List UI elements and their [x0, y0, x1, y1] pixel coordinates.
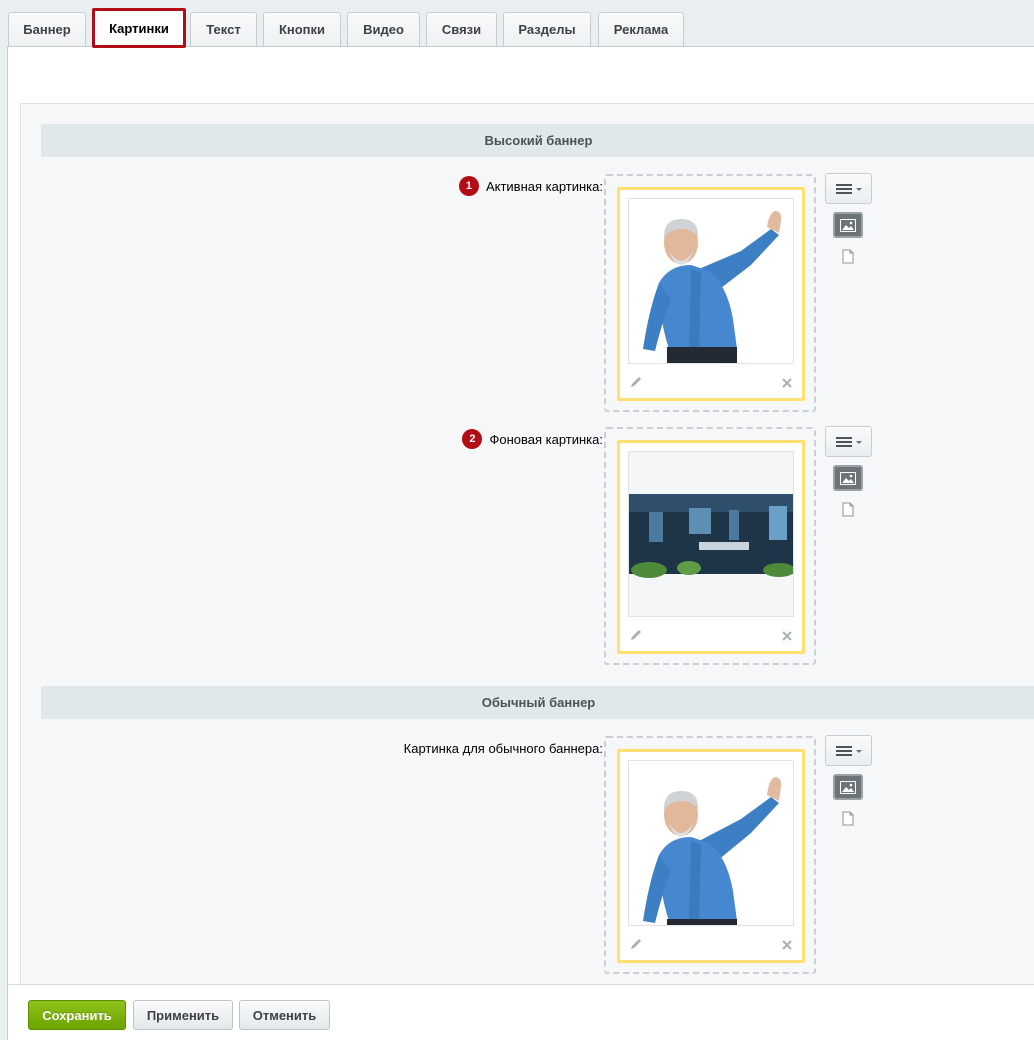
close-icon[interactable]	[781, 630, 793, 642]
section-title: Обычный баннер	[481, 695, 596, 710]
pencil-icon[interactable]	[629, 937, 643, 951]
tab-bar: Баннер Картинки Текст Кнопки Видео Связи…	[0, 0, 1034, 53]
image-library-button[interactable]	[833, 774, 863, 800]
man-pointing-image	[629, 199, 793, 363]
file-icon[interactable]	[841, 811, 855, 826]
close-icon[interactable]	[781, 377, 793, 389]
image-library-button[interactable]	[833, 212, 863, 238]
image-preview-man-pointing	[628, 198, 794, 364]
image-card	[617, 749, 805, 963]
hamburger-icon	[835, 745, 862, 756]
save-button[interactable]: Сохранить	[28, 1000, 126, 1030]
image-tools-active	[825, 173, 873, 267]
image-tools-background	[825, 426, 873, 520]
close-icon[interactable]	[781, 939, 793, 951]
image-library-button[interactable]	[833, 465, 863, 491]
section-header-tall-banner: Высокий баннер	[41, 124, 1034, 157]
apply-button[interactable]: Применить	[133, 1000, 233, 1030]
tab-text[interactable]: Текст	[190, 12, 257, 46]
file-icon[interactable]	[841, 249, 855, 264]
field-label-active-image: 1 Активная картинка:	[458, 176, 603, 196]
picture-icon	[840, 218, 856, 232]
image-preview-man-pointing	[628, 760, 794, 926]
picture-icon	[840, 471, 856, 485]
picture-icon	[840, 780, 856, 794]
form-area: Высокий баннер 1 Активная картинка: 2 Фо…	[20, 103, 1034, 984]
image-card	[617, 440, 805, 654]
field-label-text: Активная картинка:	[485, 178, 603, 194]
man-pointing-image	[629, 761, 793, 925]
tab-video[interactable]: Видео	[347, 12, 420, 46]
hamburger-icon	[835, 436, 862, 447]
tab-banner[interactable]: Баннер	[8, 12, 86, 46]
image-card	[617, 187, 805, 401]
hamburger-icon	[835, 183, 862, 194]
marker-badge: 2	[462, 429, 483, 449]
field-label-background-image: 2 Фоновая картинка:	[462, 429, 603, 449]
image-dropzone-normal[interactable]	[604, 736, 816, 974]
file-icon[interactable]	[841, 502, 855, 517]
tab-images[interactable]: Картинки	[92, 8, 186, 48]
content-panel: Высокий баннер 1 Активная картинка: 2 Фо…	[7, 53, 1034, 984]
menu-button[interactable]	[825, 426, 872, 457]
field-label-text: Картинка для обычного баннера:	[403, 741, 603, 756]
action-bar: Сохранить Применить Отменить	[7, 984, 1034, 1040]
tab-sections[interactable]: Разделы	[503, 12, 591, 46]
marker-badge: 1	[458, 176, 479, 196]
image-preview-office	[628, 451, 794, 617]
field-label-normal-banner-image: Картинка для обычного баннера:	[404, 741, 603, 756]
menu-button[interactable]	[825, 735, 872, 766]
cancel-button[interactable]: Отменить	[239, 1000, 330, 1030]
image-dropzone-active[interactable]	[604, 174, 816, 412]
office-interior-image	[629, 452, 793, 616]
pencil-icon[interactable]	[629, 628, 643, 642]
menu-button[interactable]	[825, 173, 872, 204]
image-dropzone-background[interactable]	[604, 427, 816, 665]
field-label-text: Фоновая картинка:	[489, 431, 603, 447]
tab-links[interactable]: Связи	[426, 12, 497, 46]
section-title: Высокий баннер	[484, 133, 593, 148]
tab-ads[interactable]: Реклама	[598, 12, 684, 46]
pencil-icon[interactable]	[629, 375, 643, 389]
tab-buttons[interactable]: Кнопки	[263, 12, 341, 46]
section-header-normal-banner: Обычный баннер	[41, 686, 1034, 719]
image-tools-normal	[825, 735, 873, 829]
